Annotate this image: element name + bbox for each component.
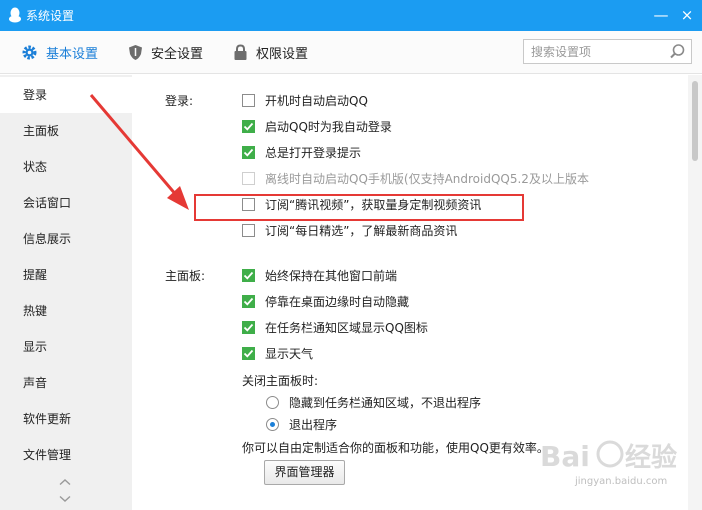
baidu-jingyan-watermark: Bai 经验 jingyan.baidu.com [540, 428, 700, 498]
checkbox-disabled [242, 171, 255, 185]
sidebar-scroll-up-icon[interactable] [58, 478, 72, 486]
tab-security-settings[interactable]: 安全设置 [128, 31, 203, 74]
option-label: 开机时自动启动QQ [265, 93, 368, 108]
sidebar-item-hotkeys[interactable]: 热键 [0, 293, 132, 329]
radio-button[interactable] [266, 395, 279, 409]
lock-icon [234, 44, 247, 60]
search-input[interactable] [524, 40, 664, 63]
scrollbar-thumb[interactable] [692, 81, 698, 161]
close-button[interactable]: × [676, 4, 698, 26]
sidebar-item-file-management[interactable]: 文件管理 [0, 437, 132, 473]
option-subscribe-daily-picks[interactable]: 订阅“每日精选”，了解最新商品资讯 [242, 221, 457, 239]
radio-button-selected[interactable] [266, 417, 279, 431]
checkbox[interactable] [242, 223, 255, 237]
svg-text:Bai: Bai [540, 440, 590, 473]
checkmark-icon [243, 148, 254, 157]
option-always-on-top[interactable]: 始终保持在其他窗口前端 [242, 266, 397, 284]
baidu-logo-icon: Bai 经验 [540, 440, 677, 473]
option-tray-icon[interactable]: 在任务栏通知区域显示QQ图标 [242, 318, 428, 336]
checkbox-checked[interactable] [242, 145, 255, 159]
title-bar: 系统设置 — × [0, 0, 702, 31]
checkmark-icon [243, 122, 254, 131]
option-label: 隐藏到任务栏通知区域，不退出程序 [289, 395, 482, 410]
tab-label: 基本设置 [46, 47, 99, 62]
option-label: 始终保持在其他窗口前端 [265, 268, 398, 283]
checkmark-icon [243, 349, 254, 358]
checkbox-checked[interactable] [242, 320, 255, 334]
checkbox-checked[interactable] [242, 294, 255, 308]
tab-basic-settings[interactable]: 基本设置 [21, 31, 98, 74]
checkbox[interactable] [242, 93, 255, 107]
option-auto-login[interactable]: 启动QQ时为我自动登录 [242, 117, 392, 135]
checkbox-checked[interactable] [242, 346, 255, 360]
checkbox-checked[interactable] [242, 119, 255, 133]
sidebar-item-login[interactable]: 登录 [0, 77, 132, 113]
option-autostart[interactable]: 开机时自动启动QQ [242, 91, 368, 109]
shield-icon [129, 45, 142, 60]
window-title: 系统设置 [26, 9, 75, 23]
sidebar-item-display[interactable]: 显示 [0, 329, 132, 365]
option-label: 总是打开登录提示 [265, 145, 362, 160]
sidebar-item-chat-window[interactable]: 会话窗口 [0, 185, 132, 221]
option-label: 在任务栏通知区域显示QQ图标 [265, 320, 428, 335]
sidebar-item-software-update[interactable]: 软件更新 [0, 401, 132, 437]
sidebar-item-info-display[interactable]: 信息展示 [0, 221, 132, 257]
sidebar-item-main-panel[interactable]: 主面板 [0, 113, 132, 149]
sidebar-item-reminder[interactable]: 提醒 [0, 257, 132, 293]
search-box[interactable] [523, 39, 692, 64]
tab-permission-settings[interactable]: 权限设置 [233, 31, 308, 74]
checkmark-icon [243, 297, 254, 306]
checkbox-checked[interactable] [242, 268, 255, 282]
settings-toolbar: 基本设置 安全设置 权限设置 [0, 31, 702, 74]
svg-text:经验: 经验 [625, 442, 677, 473]
minimize-button[interactable]: — [650, 4, 672, 26]
qq-penguin-icon [9, 7, 21, 23]
gear-icon [22, 45, 37, 60]
tab-label: 权限设置 [256, 47, 309, 62]
customization-hint: 你可以自由定制适合你的面板和功能，使用QQ更有效率。 [242, 441, 549, 455]
option-label: 停靠在桌面边缘时自动隐藏 [265, 294, 410, 309]
watermark-url: jingyan.baidu.com [575, 476, 668, 487]
option-auto-hide-on-dock[interactable]: 停靠在桌面边缘时自动隐藏 [242, 292, 409, 310]
checkmark-icon [243, 323, 254, 332]
annotation-highlight-box [194, 194, 524, 221]
option-label: 订阅“每日精选”，了解最新商品资讯 [265, 223, 458, 238]
section-label-main-panel: 主面板: [165, 269, 206, 283]
tab-label: 安全设置 [151, 47, 204, 62]
search-icon[interactable] [668, 42, 687, 61]
close-main-panel-label: 关闭主面板时: [242, 374, 319, 388]
sidebar-item-status[interactable]: 状态 [0, 149, 132, 185]
sidebar-scroll-down-icon[interactable] [58, 495, 72, 503]
section-label-login: 登录: [165, 94, 194, 108]
checkmark-icon [243, 271, 254, 280]
sidebar-item-sound[interactable]: 声音 [0, 365, 132, 401]
option-label: 退出程序 [289, 417, 338, 432]
interface-manager-button[interactable]: 界面管理器 [264, 460, 345, 485]
option-label: 离线时自动启动QQ手机版(仅支持AndroidQQ5.2及以上版本 [265, 171, 589, 186]
option-offline-mobile-qq: 离线时自动启动QQ手机版(仅支持AndroidQQ5.2及以上版本 [242, 169, 589, 187]
sidebar: 登录 主面板 状态 会话窗口 信息展示 提醒 热键 显示 声音 软件更新 文件管… [0, 75, 132, 510]
radio-exit-program[interactable]: 退出程序 [266, 415, 337, 433]
option-label: 显示天气 [265, 346, 314, 361]
option-show-weather[interactable]: 显示天气 [242, 344, 313, 362]
option-login-tips[interactable]: 总是打开登录提示 [242, 143, 361, 161]
option-label: 启动QQ时为我自动登录 [265, 119, 392, 134]
radio-hide-to-tray[interactable]: 隐藏到任务栏通知区域，不退出程序 [266, 393, 481, 411]
